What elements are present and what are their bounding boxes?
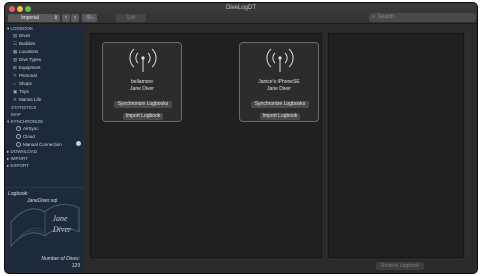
device-name: Janice's iPhoneSE xyxy=(258,79,300,85)
search-placeholder: Search xyxy=(378,14,394,20)
device-owner: Jane Diver xyxy=(267,86,291,92)
logbook-book-icon: Jane Diver xyxy=(10,204,80,248)
logbook-section-header[interactable]: ▾ LOGBOOK xyxy=(7,25,33,32)
import-logbook-button[interactable]: Import Logbook xyxy=(123,113,163,120)
disclosure-right-icon: ▸ xyxy=(7,156,10,161)
logbook-section-label: LOGBOOK xyxy=(10,26,34,31)
chevron-right-icon: › xyxy=(74,15,76,21)
sidebar-item-shops[interactable]: ⌂ Shops xyxy=(13,80,32,87)
title-bar: DiveLogDT Imperial ⇕ ‹ › ⚙▾ Edit ⌕ Search xyxy=(5,3,477,24)
number-of-dives-value: 129 xyxy=(71,263,80,269)
disclosure-right-icon: ▸ xyxy=(7,163,10,168)
sidebar-item-label: Dive Types xyxy=(19,57,42,62)
wireless-device-icon xyxy=(266,48,294,72)
sidebar-item-marine-life[interactable]: ≋ Marine Life xyxy=(13,96,41,103)
app-window: DiveLogDT Imperial ⇕ ‹ › ⚙▾ Edit ⌕ Search… xyxy=(4,2,478,274)
book-text-last: Diver xyxy=(52,225,72,234)
radio-button[interactable] xyxy=(16,134,21,139)
sidebar-item-label: Personal xyxy=(19,73,37,78)
sidebar-item-buddies[interactable]: ☷ Buddies xyxy=(13,40,35,47)
disclosure-right-icon: ▸ xyxy=(7,149,10,154)
import-section-label: IMPORT xyxy=(10,156,28,161)
sync-option-manual-connection[interactable]: Manual Connection xyxy=(16,141,62,148)
import-logbook-button[interactable]: Import Logbook xyxy=(260,113,300,120)
wireless-device-icon xyxy=(129,48,157,72)
sidebar-item-equipment[interactable]: ⊞ Equipment xyxy=(13,64,41,71)
sync-option-airsync[interactable]: AirSync xyxy=(16,125,39,132)
chevron-left-icon: ‹ xyxy=(65,15,67,21)
disclosure-down-icon: ▾ xyxy=(7,119,10,124)
sync-option-label: AirSync xyxy=(23,126,39,131)
window-title: DiveLogDT xyxy=(225,5,256,11)
device-card: bellamore Jane Diver Synchronize Logbook… xyxy=(102,42,182,122)
sidebar-item-label: Buddies xyxy=(19,41,36,46)
export-section-label: EXPORT xyxy=(10,163,29,168)
connection-status-indicator xyxy=(76,141,81,146)
edit-button[interactable]: Edit xyxy=(116,14,146,22)
number-of-dives-label: Number of Dives: xyxy=(41,256,80,262)
sidebar-item-personal[interactable]: ✎ Personal xyxy=(13,72,37,79)
sidebar-item-dives[interactable]: ▤ Dives xyxy=(13,32,30,39)
radio-button[interactable] xyxy=(16,142,21,147)
sidebar-item-trips[interactable]: ▣ Trips xyxy=(13,88,29,95)
radio-button[interactable] xyxy=(16,126,21,131)
back-button[interactable]: ‹ xyxy=(62,14,70,22)
units-select[interactable]: Imperial ⇕ xyxy=(8,14,60,22)
sidebar-item-label: Dives xyxy=(19,33,31,38)
download-section-header[interactable]: ▸ DOWNLOAD xyxy=(7,148,37,155)
sync-option-label: Manual Connection xyxy=(23,142,62,147)
device-name: bellamore xyxy=(131,79,153,85)
sidebar-item-locations[interactable]: ▦ Locations xyxy=(13,48,38,55)
synchronize-logbooks-button[interactable]: Synchronize Logbooks xyxy=(251,101,309,108)
forward-button[interactable]: › xyxy=(71,14,79,22)
restore-logbook-button[interactable]: Restore Logbook xyxy=(376,262,424,270)
sidebar-item-label: Equipment xyxy=(19,65,41,70)
sync-option-cloud[interactable]: Cloud xyxy=(16,133,35,140)
sidebar-item-label: Trips xyxy=(19,89,29,94)
chevron-updown-icon: ⇕ xyxy=(53,15,58,21)
action-menu-button[interactable]: ⚙▾ xyxy=(82,14,97,22)
synchronize-logbooks-button[interactable]: Synchronize Logbooks xyxy=(114,101,172,108)
export-section-header[interactable]: ▸ EXPORT xyxy=(7,162,29,169)
sidebar-item-dive-types[interactable]: ▥ Dive Types xyxy=(13,56,41,63)
sidebar-item-label: Locations xyxy=(19,49,39,54)
disclosure-down-icon: ▾ xyxy=(7,26,10,31)
sidebar-item-label: Marine Life xyxy=(19,97,42,102)
synchronize-section-label: SYNCHRONIZE xyxy=(10,119,44,124)
sidebar-item-map[interactable]: MAP xyxy=(11,111,21,118)
device-owner: Jane Diver xyxy=(130,86,154,92)
download-section-label: DOWNLOAD xyxy=(10,149,38,154)
devices-panel: bellamore Jane Diver Synchronize Logbook… xyxy=(90,33,322,258)
synchronize-section-header[interactable]: ▾ SYNCHRONIZE xyxy=(7,118,43,125)
logbook-label: Logbook: xyxy=(8,191,29,197)
units-select-value: Imperial xyxy=(21,15,39,21)
import-section-header[interactable]: ▸ IMPORT xyxy=(7,155,28,162)
sync-option-label: Cloud xyxy=(23,134,35,139)
detail-panel xyxy=(328,33,464,258)
sidebar-item-label: Shops xyxy=(19,81,32,86)
sidebar-item-statistics[interactable]: STATISTICS xyxy=(11,104,36,111)
book-text-first: Jane xyxy=(52,214,68,223)
logbook-info-panel: Logbook: JaneDiver.sql Jane Diver Number… xyxy=(5,187,83,273)
device-card: Janice's iPhoneSE Jane Diver Synchronize… xyxy=(239,42,319,122)
sidebar: ▾ LOGBOOK ▤ Dives ☷ Buddies ▦ Locations ▥ Di… xyxy=(5,25,83,187)
chevron-down-icon: ▾ xyxy=(91,15,94,20)
scrollbar[interactable] xyxy=(465,33,470,258)
search-input[interactable]: ⌕ Search xyxy=(369,13,476,22)
